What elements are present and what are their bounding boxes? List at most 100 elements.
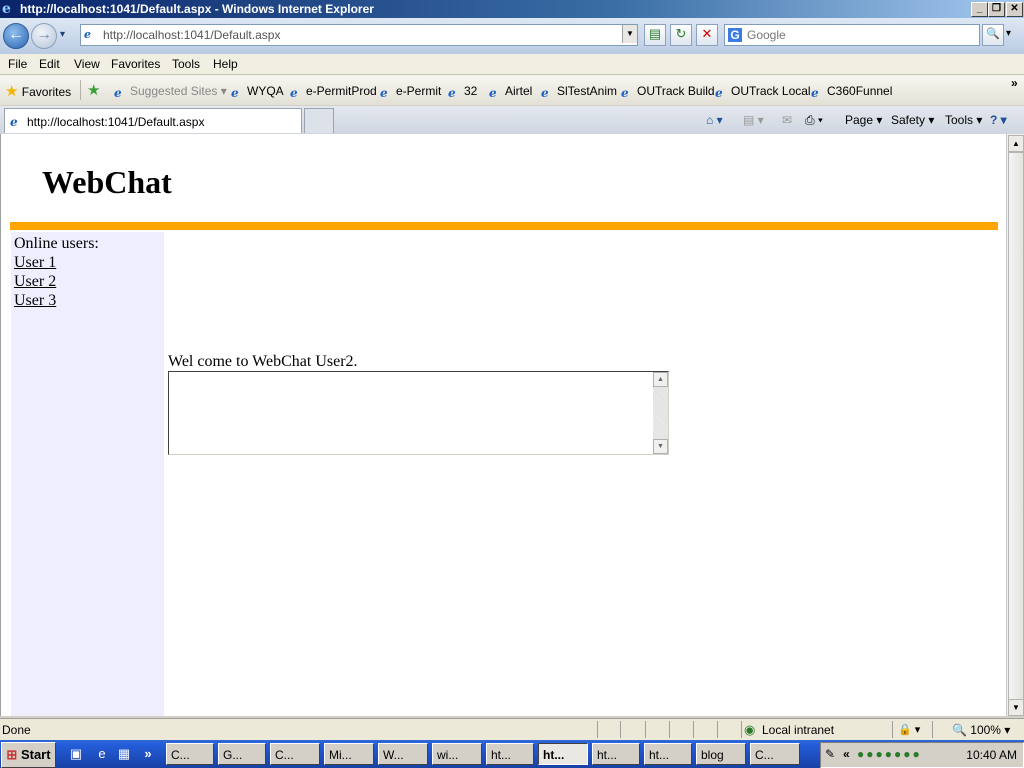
refresh-button[interactable]: ↻ bbox=[670, 24, 692, 46]
taskbar-button-9[interactable]: ht... bbox=[592, 743, 640, 765]
taskbar-button-12[interactable]: C... bbox=[750, 743, 800, 765]
search-options-dropdown[interactable]: ▾ bbox=[1006, 28, 1011, 39]
menu-favorites[interactable]: Favorites bbox=[111, 57, 160, 71]
tray-expand-button[interactable]: « bbox=[843, 747, 850, 761]
home-button[interactable]: ⌂ ▾ bbox=[706, 113, 723, 127]
google-icon: G bbox=[728, 28, 742, 42]
print-button[interactable]: ⎙ ▾ bbox=[805, 113, 823, 128]
excel-quicklaunch-icon[interactable]: ▦ bbox=[116, 746, 132, 762]
zoom-button[interactable]: 🔍 100% ▾ bbox=[952, 723, 1010, 737]
suggested-sites-button[interactable]: e Suggested Sites ▾ bbox=[114, 84, 227, 99]
taskbar-button-4[interactable]: Mi... bbox=[324, 743, 374, 765]
taskbar-button-blog[interactable]: blog bbox=[696, 743, 746, 765]
taskbar-button-7[interactable]: ht... bbox=[486, 743, 534, 765]
favorite-link-label: Airtel bbox=[505, 84, 533, 98]
search-icon[interactable]: 🔍 bbox=[982, 24, 1004, 46]
page-icon: e bbox=[84, 28, 91, 41]
menu-edit[interactable]: Edit bbox=[39, 57, 60, 71]
help-button[interactable]: ? ▾ bbox=[990, 113, 1007, 127]
favorite-link-label: C360Funnel bbox=[827, 84, 893, 98]
favorite-link-label: e-Permit bbox=[396, 84, 442, 98]
taskbar-button-active[interactable]: ht... bbox=[538, 743, 588, 765]
favorite-link-airtel[interactable]: e Airtel bbox=[489, 84, 532, 99]
favorite-link-label: 32 bbox=[464, 84, 478, 98]
scroll-down-icon[interactable]: ▼ bbox=[653, 439, 668, 454]
address-bar[interactable]: e http://localhost:1041/Default.aspx ▼ bbox=[80, 24, 638, 46]
favorite-link-outrack-build[interactable]: e OUTrack Build bbox=[621, 84, 715, 99]
taskbar-button-3[interactable]: C... bbox=[270, 743, 320, 765]
status-panel bbox=[645, 721, 646, 738]
favorite-link-wyqa[interactable]: e WYQA bbox=[231, 84, 284, 99]
favorite-link-outrack-local[interactable]: e OUTrack Local bbox=[715, 84, 811, 99]
menu-file[interactable]: File bbox=[8, 57, 27, 71]
tab-title: http://localhost:1041/Default.aspx bbox=[27, 115, 205, 129]
status-panel bbox=[717, 721, 718, 738]
pen-icon[interactable]: ✎ bbox=[825, 747, 835, 761]
favorite-link-label: WYQA bbox=[247, 84, 284, 98]
feeds-button[interactable]: ▤ ▾ bbox=[743, 113, 764, 127]
scroll-up-icon[interactable]: ▲ bbox=[1008, 135, 1024, 152]
ie-quicklaunch-icon[interactable]: e bbox=[94, 746, 110, 762]
taskbar-button-1[interactable]: C... bbox=[166, 743, 214, 765]
page-menu-button[interactable]: Page ▾ bbox=[845, 113, 882, 127]
scroll-down-icon[interactable]: ▼ bbox=[1008, 699, 1024, 716]
favorite-link-e-permit[interactable]: e e-Permit bbox=[380, 84, 441, 99]
favorites-button[interactable]: ★ Favorites bbox=[5, 82, 71, 100]
scroll-up-icon[interactable]: ▲ bbox=[653, 372, 668, 387]
taskbar: ⊞ Start ▣ e ▦ » C... G... C... Mi... W..… bbox=[0, 740, 1024, 768]
page-scrollbar[interactable]: ▲ ▼ bbox=[1006, 134, 1024, 716]
add-to-favorites-bar-icon[interactable]: ★ bbox=[87, 81, 100, 99]
menu-bar: File Edit View Favorites Tools Help bbox=[0, 54, 1024, 75]
favorites-overflow-button[interactable]: » bbox=[1011, 76, 1018, 90]
favorite-link-c360funnel[interactable]: e C360Funnel bbox=[811, 84, 892, 99]
start-label: Start bbox=[20, 747, 51, 762]
status-bar: Done ◉ Local intranet 🔒 ▾ 🔍 100% ▾ bbox=[0, 718, 1024, 741]
favorites-bar: ★ Favorites ★ e Suggested Sites ▾ e WYQA e… bbox=[0, 75, 1024, 105]
favorites-label: Favorites bbox=[21, 85, 72, 99]
recent-pages-dropdown[interactable]: ▾ bbox=[60, 29, 65, 40]
favorite-link-32[interactable]: e 32 bbox=[448, 84, 477, 99]
compatibility-view-button[interactable]: ▤ bbox=[644, 24, 666, 46]
quicklaunch-overflow-button[interactable]: » bbox=[140, 746, 156, 762]
read-mail-button[interactable]: ✉ bbox=[782, 113, 792, 127]
minimize-button[interactable]: _ bbox=[971, 2, 988, 17]
header-divider bbox=[10, 222, 998, 230]
menu-help[interactable]: Help bbox=[213, 57, 238, 71]
tray-icons[interactable]: ●●●●●●● bbox=[857, 747, 922, 761]
user-link-2[interactable]: User 2 bbox=[14, 273, 56, 291]
favorite-link-sltestanim[interactable]: e SlTestAnim bbox=[541, 84, 617, 99]
taskbar-button-5[interactable]: W... bbox=[378, 743, 428, 765]
status-panel bbox=[892, 721, 893, 738]
menu-view[interactable]: View bbox=[74, 57, 100, 71]
chat-scrollbar[interactable]: ▲ ▼ bbox=[653, 372, 668, 454]
favorite-link-e-permitprod[interactable]: e e-PermitProd bbox=[290, 84, 377, 99]
back-button[interactable]: ← bbox=[3, 23, 29, 49]
protected-mode-button[interactable]: 🔒 ▾ bbox=[898, 723, 920, 736]
taskbar-button-10[interactable]: ht... bbox=[644, 743, 692, 765]
address-input[interactable]: http://localhost:1041/Default.aspx bbox=[103, 28, 280, 42]
tools-menu-button[interactable]: Tools ▾ bbox=[945, 113, 982, 127]
search-input[interactable]: Google bbox=[747, 28, 786, 42]
user-link-1[interactable]: User 1 bbox=[14, 254, 56, 272]
chat-textarea[interactable]: ▲ ▼ bbox=[168, 371, 669, 455]
taskbar-button-2[interactable]: G... bbox=[218, 743, 266, 765]
safety-menu-button[interactable]: Safety ▾ bbox=[891, 113, 934, 127]
stop-button[interactable]: ✕ bbox=[696, 24, 718, 46]
tab-row: e http://localhost:1041/Default.aspx ⌂ ▾… bbox=[0, 106, 1024, 135]
restore-button[interactable]: ❐ bbox=[988, 2, 1005, 17]
start-button[interactable]: ⊞ Start bbox=[1, 742, 56, 768]
show-desktop-icon[interactable]: ▣ bbox=[68, 746, 84, 762]
menu-tools[interactable]: Tools bbox=[172, 57, 200, 71]
user-link-3[interactable]: User 3 bbox=[14, 292, 56, 310]
tab-active[interactable]: e http://localhost:1041/Default.aspx bbox=[4, 108, 302, 133]
forward-button[interactable]: → bbox=[31, 23, 57, 49]
scroll-thumb[interactable] bbox=[1008, 152, 1024, 700]
address-dropdown[interactable]: ▼ bbox=[622, 25, 637, 43]
close-button[interactable]: ✕ bbox=[1006, 2, 1023, 17]
ie-page-icon: e bbox=[489, 86, 497, 100]
taskbar-button-6[interactable]: wi... bbox=[432, 743, 482, 765]
new-tab-button[interactable] bbox=[304, 108, 334, 133]
security-zone[interactable]: Local intranet bbox=[762, 723, 834, 737]
ie-page-icon: e bbox=[811, 86, 819, 100]
search-box[interactable]: G Google bbox=[724, 24, 980, 46]
